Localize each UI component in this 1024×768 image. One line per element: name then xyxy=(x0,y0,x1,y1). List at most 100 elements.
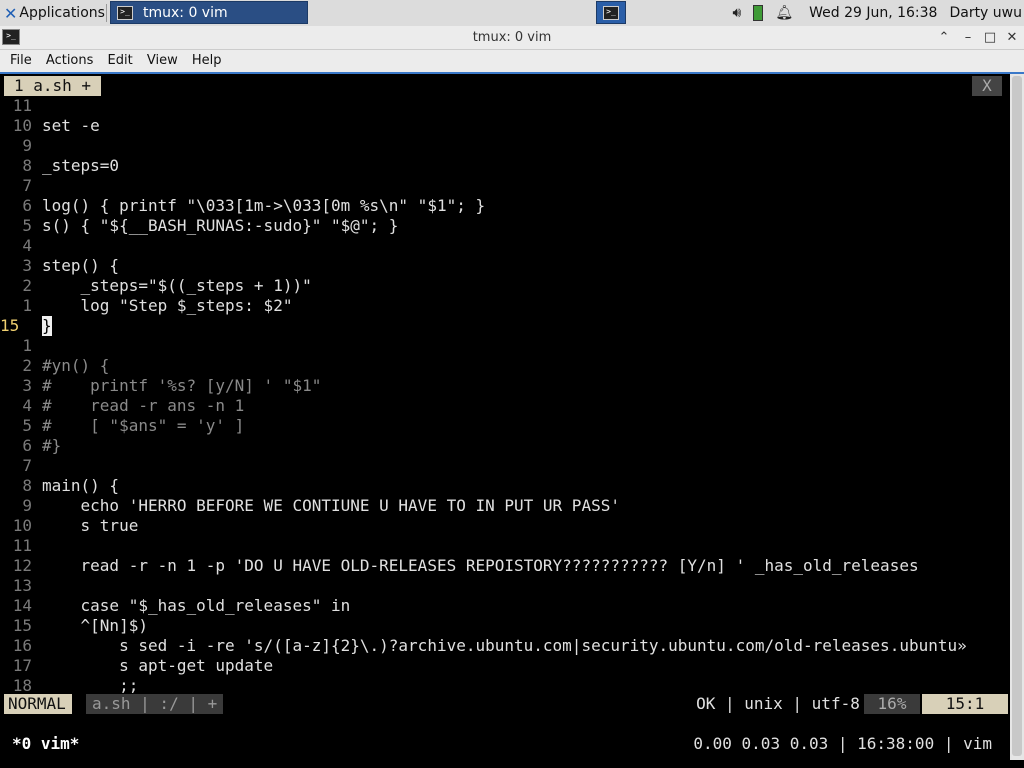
applications-menu[interactable]: ✕ Applications xyxy=(0,0,105,26)
close-button[interactable]: ✕ xyxy=(1002,28,1022,48)
line-number: 4 xyxy=(22,236,32,255)
vim-line[interactable]: 18 ;; xyxy=(0,676,1000,696)
vim-line[interactable]: 1 xyxy=(0,336,1000,356)
line-text: # read -r ans -n 1 xyxy=(42,396,245,415)
vim-mode: NORMAL xyxy=(4,694,72,714)
menu-view[interactable]: View xyxy=(147,50,178,72)
vim-line[interactable]: 1 log "Step $_steps: $2" xyxy=(0,296,1000,316)
terminal-area[interactable]: 1 a.sh + X 11 10 set -e 9 8 _steps=0 7 6 log() {… xyxy=(0,74,1024,768)
tmux-statusbar: *0 vim* 0.00 0.03 0.03 | 16:38:00 | vim xyxy=(0,734,1010,754)
vim-line[interactable]: 6 log() { printf "\033[1m->\033[0m %s\n" … xyxy=(0,196,1000,216)
vim-line[interactable]: 10 s true xyxy=(0,516,1000,536)
vim-line[interactable]: 10 set -e xyxy=(0,116,1000,136)
scrollbar[interactable] xyxy=(1010,74,1024,760)
vim-line[interactable]: 2 _steps="$((_steps + 1))" xyxy=(0,276,1000,296)
vim-tabline: 1 a.sh + X xyxy=(0,76,1010,96)
vim-line[interactable]: 15 ^[Nn]$) xyxy=(0,616,1000,636)
line-number: 9 xyxy=(22,136,32,155)
taskbar-item-label: tmux: 0 vim xyxy=(143,4,228,21)
line-number: 16 xyxy=(12,636,32,655)
line-number: 14 xyxy=(12,596,32,615)
line-text: ^[Nn]$) xyxy=(42,616,148,635)
vim-line[interactable]: 12 read -r -n 1 -p 'DO U HAVE OLD-RELEAS… xyxy=(0,556,1000,576)
line-number: 10 xyxy=(12,516,32,535)
line-number: 5 xyxy=(22,416,32,435)
line-text: } xyxy=(42,316,52,336)
vim-line[interactable]: 11 xyxy=(0,96,1000,116)
maximize-button[interactable]: □ xyxy=(980,28,1000,48)
line-text: #yn() { xyxy=(42,356,110,375)
menu-actions[interactable]: Actions xyxy=(46,50,94,72)
workspace-pager[interactable]: >_ xyxy=(596,1,626,24)
vim-line[interactable]: 3 # printf '%s? [y/N] ' "$1" xyxy=(0,376,1000,396)
vim-line[interactable]: 15} xyxy=(0,316,1000,336)
line-text: ;; xyxy=(42,676,139,695)
tmux-status-right: 0.00 0.03 0.03 | 16:38:00 | vim xyxy=(693,734,992,753)
window-titlebar[interactable]: >_ tmux: 0 vim ⌃ – □ ✕ xyxy=(0,26,1024,50)
line-text: read -r -n 1 -p 'DO U HAVE OLD-RELEASES … xyxy=(42,556,919,575)
vim-line[interactable]: 7 xyxy=(0,456,1000,476)
shade-button[interactable]: ⌃ xyxy=(934,28,954,48)
line-number: 4 xyxy=(22,396,32,415)
line-number: 7 xyxy=(22,456,32,475)
vim-line[interactable]: 17 s apt-get update xyxy=(0,656,1000,676)
line-number: 1 xyxy=(22,296,32,315)
vim-tab[interactable]: 1 a.sh + xyxy=(4,76,102,96)
vim-line[interactable]: 4 xyxy=(0,236,1000,256)
taskbar-item-terminal[interactable]: >_ tmux: 0 vim xyxy=(110,1,308,24)
vim-line[interactable]: 16 s sed -i -re 's/([a-z]{2}\.)?archive.… xyxy=(0,636,1000,656)
line-text: s sed -i -re 's/([a-z]{2}\.)?archive.ubu… xyxy=(42,636,967,655)
vim-line[interactable]: 13 xyxy=(0,576,1000,596)
applications-label: Applications xyxy=(19,5,105,21)
line-text: log() { printf "\033[1m->\033[0m %s\n" "… xyxy=(42,196,486,215)
line-number: 3 xyxy=(22,376,32,395)
vim-file-info: a.sh | :/ | + xyxy=(86,694,224,714)
line-number: 17 xyxy=(12,656,32,675)
vim-statusline: NORMAL a.sh | :/ | + OK | unix | utf-8 |… xyxy=(4,694,1008,714)
line-number: 18 xyxy=(12,676,32,695)
vim-line[interactable]: 5 s() { "${__BASH_RUNAS:-sudo}" "$@"; } xyxy=(0,216,1000,236)
menubar: File Actions Edit View Help xyxy=(0,50,1024,74)
vim-line[interactable]: 3 step() { xyxy=(0,256,1000,276)
line-number: 13 xyxy=(12,576,32,595)
vim-line[interactable]: 11 xyxy=(0,536,1000,556)
vim-line[interactable]: 2 #yn() { xyxy=(0,356,1000,376)
terminal-icon: >_ xyxy=(603,5,619,20)
notification-bell-icon[interactable]: 🔔︎ xyxy=(775,5,793,21)
line-number: 5 xyxy=(22,216,32,235)
line-text: step() { xyxy=(42,256,120,275)
user-name[interactable]: Darty uwu xyxy=(949,5,1022,21)
battery-icon[interactable] xyxy=(753,5,764,21)
vim-line[interactable]: 9 xyxy=(0,136,1000,156)
line-number: 9 xyxy=(22,496,32,515)
line-text: #} xyxy=(42,436,62,455)
vim-line[interactable]: 6 #} xyxy=(0,436,1000,456)
tmux-window[interactable]: *0 vim* xyxy=(12,734,79,754)
menu-file[interactable]: File xyxy=(10,50,32,72)
vim-line[interactable]: 4 # read -r ans -n 1 xyxy=(0,396,1000,416)
vim-line[interactable]: 14 case "$_has_old_releases" in xyxy=(0,596,1000,616)
line-number: 10 xyxy=(12,116,32,135)
line-text: main() { xyxy=(42,476,120,495)
line-text: s true xyxy=(42,516,139,535)
vim-line[interactable]: 8 main() { xyxy=(0,476,1000,496)
volume-icon[interactable]: 🔊︎ xyxy=(732,5,741,21)
line-number: 6 xyxy=(22,436,32,455)
vim-line[interactable]: 8 _steps=0 xyxy=(0,156,1000,176)
clock[interactable]: Wed 29 Jun, 16:38 xyxy=(809,5,937,21)
vim-line[interactable]: 7 xyxy=(0,176,1000,196)
line-number: 12 xyxy=(12,556,32,575)
vim-tab-close[interactable]: X xyxy=(972,76,1002,96)
scrollbar-thumb[interactable] xyxy=(1012,76,1022,756)
minimize-button[interactable]: – xyxy=(958,28,978,48)
line-number: 15 xyxy=(12,616,32,635)
menu-edit[interactable]: Edit xyxy=(108,50,133,72)
menu-help[interactable]: Help xyxy=(192,50,222,72)
line-text: case "$_has_old_releases" in xyxy=(42,596,351,615)
line-text: # [ "$ans" = 'y' ] xyxy=(42,416,245,435)
vim-line[interactable]: 9 echo 'HERRO BEFORE WE CONTIUNE U HAVE … xyxy=(0,496,1000,516)
vim-line[interactable]: 5 # [ "$ans" = 'y' ] xyxy=(0,416,1000,436)
terminal-icon: >_ xyxy=(117,5,133,20)
top-panel: ✕ Applications >_ tmux: 0 vim >_ 🔊︎ 🔔︎ W… xyxy=(0,0,1024,26)
line-text: s apt-get update xyxy=(42,656,274,675)
